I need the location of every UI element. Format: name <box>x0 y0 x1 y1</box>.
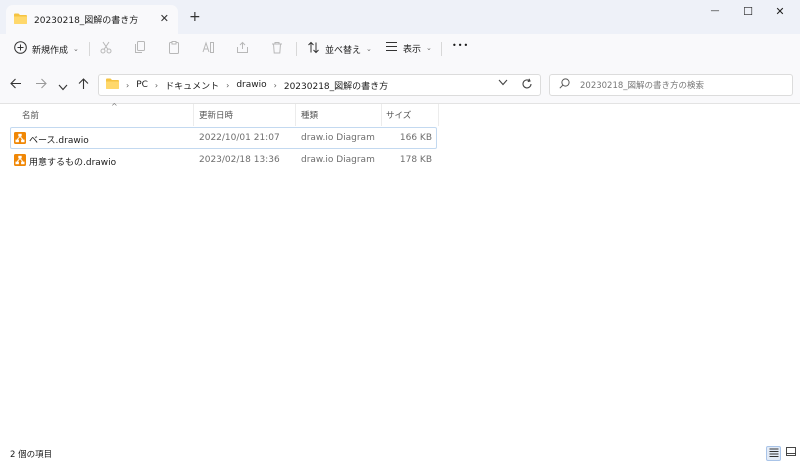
sort-button[interactable]: 並べ替え ⌄ <box>307 41 372 57</box>
search-input[interactable]: 20230218_図解の書き方の検索 <box>580 79 704 91</box>
file-type: draw.io Diagram <box>301 155 375 165</box>
chevron-down-icon: ⌄ <box>73 45 79 53</box>
more-icon: ••• <box>452 41 470 50</box>
forward-arrow-icon[interactable] <box>35 78 47 92</box>
column-header-name-label: 名前 <box>22 111 40 121</box>
plus-circle-icon <box>14 41 27 57</box>
file-size: 166 KB <box>399 133 432 143</box>
address-history-chevron-icon[interactable] <box>498 79 508 89</box>
search-icon <box>559 78 570 92</box>
sort-ascending-icon: ^ <box>111 102 118 111</box>
breadcrumb-documents[interactable]: ドキュメント <box>165 79 219 92</box>
refresh-icon[interactable] <box>521 78 533 93</box>
command-bar: 新規作成 ⌄ 並べ替え ⌄ 表示 ⌄ ••• <box>0 34 800 64</box>
file-size: 178 KB <box>399 155 432 165</box>
up-arrow-icon[interactable] <box>78 78 89 93</box>
view-button-label: 表示 <box>403 44 422 55</box>
share-icon <box>236 41 249 57</box>
maximize-button[interactable]: ☐ <box>733 3 763 19</box>
status-bar: 2 個の項目 <box>0 445 800 463</box>
breadcrumb-drawio[interactable]: drawio <box>236 80 266 90</box>
tab-title: 20230218_図解の書き方 <box>34 16 139 26</box>
paste-button[interactable] <box>168 41 180 57</box>
file-name: 用意するもの.drawio <box>29 158 117 168</box>
clipboard-icon <box>168 41 180 57</box>
sort-button-label: 並べ替え <box>325 45 362 56</box>
file-type: draw.io Diagram <box>301 133 375 143</box>
copy-button[interactable] <box>134 41 146 57</box>
column-header-name[interactable]: 名前 ^ <box>10 102 194 126</box>
column-header-size-label: サイズ <box>386 111 412 121</box>
rename-button[interactable] <box>202 41 215 57</box>
breadcrumb-chevron-icon[interactable]: › <box>226 81 229 90</box>
tab-current-folder[interactable]: 20230218_図解の書き方 ✕ <box>6 5 178 34</box>
address-row: › PC › ドキュメント › drawio › 20230218_図解の書き方… <box>0 64 800 104</box>
close-window-button[interactable]: ✕ <box>765 3 795 19</box>
tiles-view-button[interactable] <box>783 446 798 461</box>
breadcrumb-pc[interactable]: PC <box>136 80 148 90</box>
drawio-file-icon <box>14 132 26 144</box>
sort-arrows-icon <box>307 41 320 57</box>
file-date: 2023/02/18 13:36 <box>199 155 280 165</box>
toolbar-divider <box>441 42 442 56</box>
tab-close-icon[interactable]: ✕ <box>160 12 169 25</box>
back-arrow-icon[interactable] <box>10 78 22 92</box>
toolbar-divider <box>296 42 297 56</box>
new-button-label: 新規作成 <box>32 45 69 56</box>
title-bar: 20230218_図解の書き方 ✕ + — ☐ ✕ <box>0 0 800 34</box>
folder-icon <box>106 78 119 92</box>
column-header-type-label: 種類 <box>301 111 319 121</box>
delete-button[interactable] <box>271 41 283 57</box>
column-header-size[interactable]: サイズ <box>382 104 439 126</box>
column-header-type[interactable]: 種類 <box>296 104 382 126</box>
breadcrumb-chevron-icon[interactable]: › <box>274 81 277 90</box>
details-view-icon <box>769 448 779 460</box>
chevron-down-icon: ⌄ <box>426 44 432 52</box>
tiles-view-icon <box>785 447 796 460</box>
drawio-file-icon <box>14 154 26 166</box>
new-tab-button[interactable]: + <box>189 9 201 25</box>
view-button[interactable]: 表示 ⌄ <box>385 41 432 55</box>
share-button[interactable] <box>236 41 249 57</box>
cut-button[interactable] <box>100 41 112 57</box>
toolbar-divider <box>89 42 90 56</box>
more-options-button[interactable]: ••• <box>452 41 469 50</box>
new-button[interactable]: 新規作成 ⌄ <box>14 41 79 57</box>
column-header-date-label: 更新日時 <box>199 111 234 121</box>
folder-icon <box>14 13 27 27</box>
file-row[interactable]: ベース.drawio 2022/10/01 21:07 draw.io Diag… <box>10 127 437 149</box>
item-count: 2 個の項目 <box>10 450 53 460</box>
minimize-button[interactable]: — <box>700 3 730 19</box>
file-list: 名前 ^ 更新日時 種類 サイズ ベース.drawio 2022/10/01 2… <box>0 102 800 445</box>
search-box[interactable]: 20230218_図解の書き方の検索 <box>549 74 793 96</box>
breadcrumb-current-folder[interactable]: 20230218_図解の書き方 <box>284 79 388 92</box>
file-date: 2022/10/01 21:07 <box>199 133 280 143</box>
rename-icon <box>202 41 215 57</box>
breadcrumb-chevron-icon[interactable]: › <box>155 81 158 90</box>
address-bar[interactable]: › PC › ドキュメント › drawio › 20230218_図解の書き方 <box>98 74 541 96</box>
details-view-button[interactable] <box>766 446 781 461</box>
scissors-icon <box>100 41 112 57</box>
recent-locations-chevron-icon[interactable] <box>58 80 68 94</box>
column-header-date[interactable]: 更新日時 <box>194 104 296 126</box>
file-name: ベース.drawio <box>29 136 89 146</box>
copy-icon <box>134 41 146 57</box>
trash-icon <box>271 41 283 57</box>
view-lines-icon <box>385 41 398 55</box>
file-row[interactable]: 用意するもの.drawio 2023/02/18 13:36 draw.io D… <box>10 150 437 172</box>
chevron-down-icon: ⌄ <box>366 45 372 53</box>
breadcrumb-chevron-icon[interactable]: › <box>126 81 129 90</box>
